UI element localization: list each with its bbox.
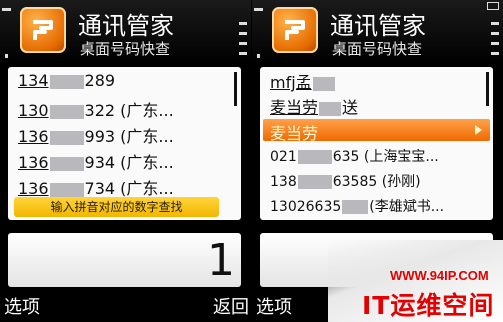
scrollbar[interactable] [234,72,237,106]
chevron-right-icon [475,125,482,135]
list-item[interactable]: 021 635 (上海宝宝... [270,146,439,166]
list-item[interactable]: 136 734 (广东... [18,175,174,199]
list-item[interactable]: 13026635 (李雄斌书... [270,196,444,216]
battery-indicator-icon [491,8,501,58]
options-softkey[interactable]: 选项 [4,293,40,319]
back-softkey[interactable]: 返回 [213,293,249,319]
scrollbar[interactable] [486,72,489,106]
left-screen: 通讯管家 桌面号码快查 134 289 130 322 (广东... 136 993 … [0,0,251,322]
app-header: 通讯管家 桌面号码快查 [252,0,503,64]
list-item[interactable]: 138 63585 (孙刚) [270,171,421,191]
watermark-logo-text: IT运维空间 [362,291,495,320]
list-item[interactable]: 134 289 [18,71,115,90]
app-header: 通讯管家 桌面号码快查 [0,0,251,64]
list-item[interactable]: 麦当劳送 [270,94,358,118]
list-item[interactable]: mfj孟 [270,69,336,93]
app-subtitle: 桌面号码快查 [80,40,171,58]
selected-item-label: 麦当劳 [270,124,319,143]
list-item-selected[interactable]: 麦当劳 [263,119,490,143]
list-item[interactable]: 130 322 (广东... [18,97,174,121]
battery-indicator-icon [239,8,249,58]
signal-indicator-icon [254,8,264,58]
app-subtitle: 桌面号码快查 [332,40,423,58]
signal-indicator-icon [2,8,12,58]
options-softkey[interactable]: 选项 [256,293,292,319]
softkey-bar: 选项 返回 [0,292,251,322]
app-title: 通讯管家 [330,12,426,40]
list-item[interactable]: 136 934 (广东... [18,149,174,173]
input-value: 1 [207,235,235,286]
app-logo-icon [20,7,66,53]
list-item[interactable]: 136 993 (广东... [18,123,174,147]
watermark-url: WWW.94IP.COM [390,268,489,283]
search-hint-banner: 输入拼音对应的数字查找 [14,197,219,217]
number-input[interactable]: 1 [8,233,241,287]
app-logo-icon [272,7,318,53]
contact-list: mfj孟 麦当劳送 麦当劳 021 635 (上海宝宝... 138 63585 (… [260,67,493,220]
app-title: 通讯管家 [78,12,174,40]
